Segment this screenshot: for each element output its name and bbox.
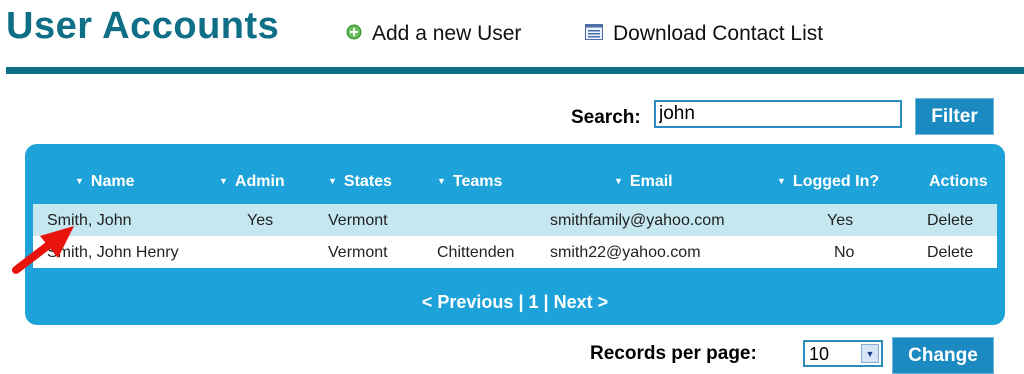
sort-arrow-icon: ▼ [437, 176, 446, 186]
red-arrow-icon [12, 220, 76, 281]
records-per-page-select[interactable]: 10 ▼ [803, 340, 883, 367]
list-document-icon [585, 20, 603, 48]
delete-link[interactable]: Delete [927, 212, 973, 230]
user-table: ▼ Name ▼ Admin ▼ States ▼ Teams ▼ Email ▼ Logg… [25, 144, 1005, 325]
page-title: User Accounts [6, 5, 280, 47]
change-button[interactable]: Change [892, 337, 994, 374]
next-page-link[interactable]: Next > [554, 292, 609, 312]
column-header-logged-in[interactable]: ▼ Logged In? [777, 173, 879, 191]
page-number-link[interactable]: 1 [529, 292, 539, 312]
column-header-admin[interactable]: ▼ Admin [219, 173, 285, 191]
filter-button[interactable]: Filter [915, 98, 994, 135]
search-input[interactable] [654, 100, 902, 128]
admin-cell: Yes [247, 212, 274, 229]
sort-arrow-icon: ▼ [75, 176, 84, 186]
table-row[interactable]: Smith, John Henry Vermont Chittenden smi… [33, 236, 997, 268]
email-cell[interactable]: smithfamily@yahoo.com [550, 212, 725, 230]
previous-page-link[interactable]: < Previous [422, 292, 514, 312]
sort-arrow-icon: ▼ [219, 176, 228, 186]
column-header-states[interactable]: ▼ States [328, 173, 392, 191]
pager-separator: | [543, 292, 549, 312]
email-cell[interactable]: smith22@yahoo.com [550, 244, 701, 262]
logged-in-cell: Yes [827, 212, 854, 229]
table-body: Smith, John Yes Vermont smithfamily@yaho… [33, 204, 997, 268]
pagination: < Previous | 1 | Next > [25, 292, 1005, 313]
records-per-page-label: Records per page: [590, 343, 757, 364]
download-contact-list-label: Download Contact List [613, 22, 824, 45]
teams-cell: Chittenden [437, 244, 515, 261]
add-user-label: Add a new User [372, 22, 522, 45]
sort-arrow-icon: ▼ [777, 176, 786, 186]
column-header-teams[interactable]: ▼ Teams [437, 173, 502, 191]
states-cell: Vermont [328, 244, 388, 261]
delete-link[interactable]: Delete [927, 244, 973, 262]
column-header-email[interactable]: ▼ Email [614, 173, 673, 191]
column-header-name[interactable]: ▼ Name [75, 173, 135, 191]
records-per-page-value: 10 [809, 344, 830, 364]
column-header-actions: Actions [929, 173, 988, 190]
chevron-down-icon[interactable]: ▼ [861, 344, 879, 363]
search-label: Search: [571, 107, 641, 128]
plus-circle-icon [346, 20, 362, 48]
header-divider [6, 67, 1024, 74]
table-row[interactable]: Smith, John Yes Vermont smithfamily@yaho… [33, 204, 997, 236]
sort-arrow-icon: ▼ [328, 176, 337, 186]
sort-arrow-icon: ▼ [614, 176, 623, 186]
download-contact-list-link[interactable]: Download Contact List [585, 20, 823, 48]
logged-in-cell: No [834, 244, 855, 261]
states-cell: Vermont [328, 212, 388, 229]
pager-separator: | [518, 292, 524, 312]
add-user-link[interactable]: Add a new User [346, 20, 521, 48]
